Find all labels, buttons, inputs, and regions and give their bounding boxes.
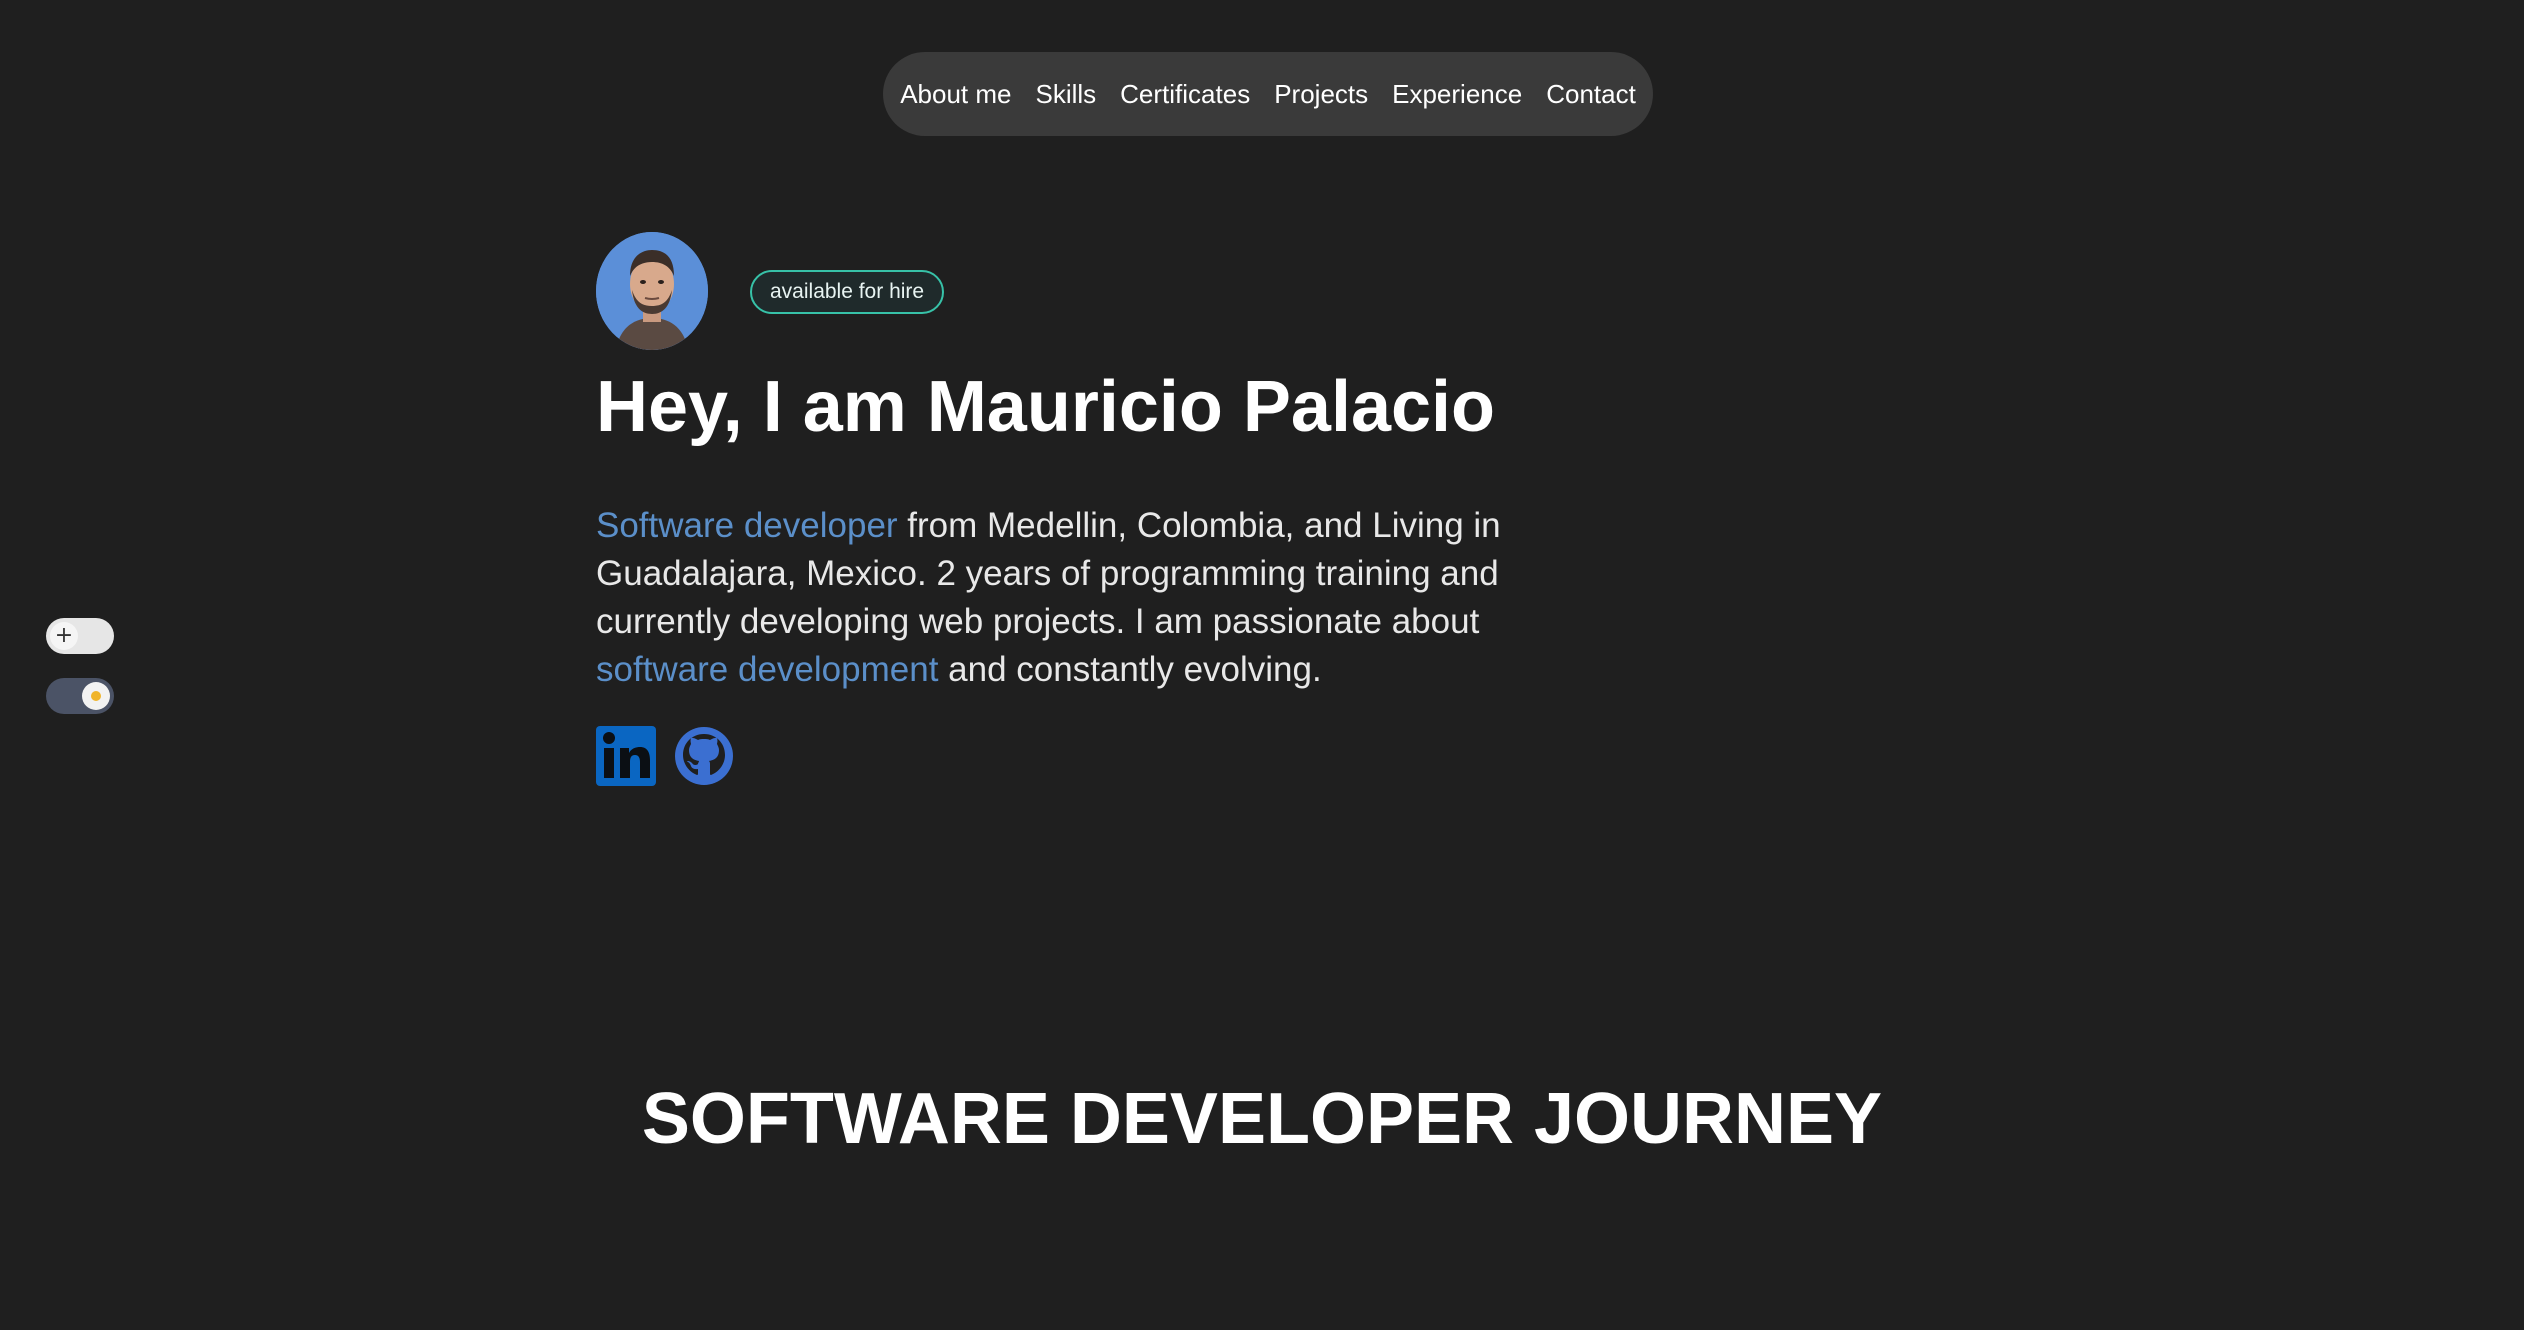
- status-badge: available for hire: [750, 270, 945, 314]
- page-title: Hey, I am Mauricio Palacio: [596, 367, 1496, 447]
- journey-section-title: SOFTWARE DEVELOPER JOURNEY: [641, 1079, 1883, 1159]
- linkedin-link[interactable]: [596, 726, 656, 786]
- avatar: [596, 232, 708, 350]
- highlight-software-development: software development: [596, 650, 939, 689]
- nav-about-me[interactable]: About me: [900, 79, 1011, 110]
- github-icon: [675, 727, 733, 785]
- nav-skills[interactable]: Skills: [1035, 79, 1096, 110]
- zoom-toggle[interactable]: +: [46, 618, 114, 654]
- nav-contact[interactable]: Contact: [1546, 79, 1636, 110]
- highlight-software-developer: Software developer: [596, 506, 898, 545]
- github-link[interactable]: [674, 726, 734, 786]
- intro-paragraph: Software developer from Medellin, Colomb…: [596, 502, 1546, 694]
- linkedin-icon: [596, 726, 656, 786]
- intro-text-part-2: and constantly evolving.: [938, 650, 1322, 689]
- plus-icon: +: [50, 622, 78, 650]
- social-links: [596, 726, 734, 786]
- nav-certificates[interactable]: Certificates: [1120, 79, 1250, 110]
- nav-experience[interactable]: Experience: [1392, 79, 1522, 110]
- sun-icon: [82, 682, 110, 710]
- top-navigation: About me Skills Certificates Projects Ex…: [883, 52, 1653, 136]
- nav-projects[interactable]: Projects: [1274, 79, 1368, 110]
- theme-toggle[interactable]: [46, 678, 114, 714]
- avatar-portrait: [596, 232, 708, 350]
- page: About me Skills Certificates Projects Ex…: [0, 0, 2524, 1330]
